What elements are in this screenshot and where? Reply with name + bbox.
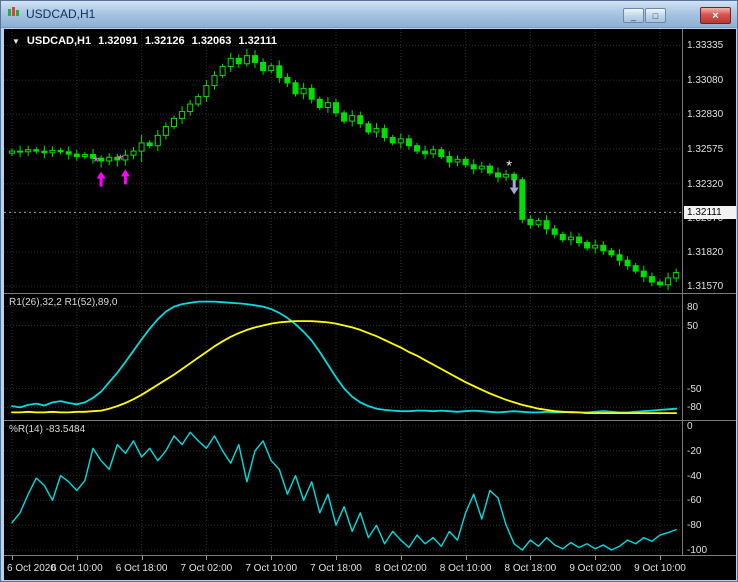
price-axis-label: 1.31820 (687, 247, 724, 259)
price-axis-label: 1.32575 (687, 144, 724, 156)
time-tick (400, 556, 402, 560)
time-axis-label: 7 Oct 10:00 (245, 563, 298, 574)
indicator1-axis-label: 80 (687, 301, 699, 313)
time-tick (530, 556, 532, 560)
buy-arrow-icon (120, 169, 130, 185)
indicator1-axis-label: -80 (687, 402, 702, 414)
indicator2-pane-canvas[interactable] (4, 421, 682, 555)
time-axis-label: 6 Oct 18:00 (115, 563, 168, 574)
current-price-box: 1.32111 (684, 206, 736, 220)
maximize-button[interactable]: □ (645, 8, 666, 23)
time-tick (76, 556, 78, 560)
sell-arrow-icon (509, 179, 519, 195)
time-tick (271, 556, 273, 560)
time-tick (12, 556, 13, 560)
time-tick (141, 556, 143, 560)
indicator2-axis-label: -40 (687, 470, 702, 482)
indicator1-axis[interactable]: 80 50 -50 -80 (682, 294, 736, 420)
time-tick (336, 556, 337, 560)
indicator2-label: %R(14) -83.5484 (9, 424, 86, 435)
time-axis-label: 8 Oct 18:00 (504, 563, 557, 574)
pane-separator[interactable] (4, 293, 736, 294)
window-title: USDCAD,H1 (26, 7, 96, 21)
indicator2-axis-label: -80 (687, 520, 702, 532)
indicator2-axis-label: 0 (687, 421, 693, 432)
indicator1-pane-canvas[interactable] (4, 294, 682, 420)
signal-star-icon: * (93, 153, 99, 170)
indicator1-axis-label: 50 (687, 320, 699, 332)
symbol-dropdown-icon[interactable]: ▼ (12, 37, 20, 46)
indicator1-label: R1(26),32,2 R1(52),89,0 (9, 297, 118, 308)
indicator1-axis-label: -50 (687, 383, 702, 395)
price-axis-label: 1.33080 (687, 75, 724, 87)
time-tick (660, 556, 661, 560)
time-tick (595, 556, 597, 560)
price-pane-canvas[interactable]: * * * (4, 29, 682, 293)
time-axis-label: 8 Oct 10:00 (439, 563, 492, 574)
chart-icon (7, 5, 21, 23)
time-axis-label: 8 Oct 02:00 (374, 563, 427, 574)
minimize-button[interactable]: _ (623, 8, 644, 23)
quote-line: ▼ USDCAD,H1 1.32091 1.32126 1.32063 1.32… (12, 35, 277, 47)
quote-low: 1.32063 (191, 35, 232, 47)
time-axis-label: 6 Oct 10:00 (50, 563, 103, 574)
time-axis-label: 6 Oct 2020 (7, 563, 56, 574)
price-axis-label: 1.32830 (687, 109, 724, 121)
price-axis-label: 1.31570 (687, 281, 724, 293)
mt4-chart-window: USDCAD,H1 _ □ × * * * 1.32111 1.33335 1.330… (0, 0, 738, 582)
indicator2-axis-label: -20 (687, 445, 702, 457)
price-axis-label: 1.32320 (687, 178, 724, 190)
chart-area: * * * 1.32111 1.33335 1.33080 1.32830 1.32575… (4, 29, 736, 580)
signal-star-icon: * (117, 151, 123, 168)
quote-symbol: USDCAD,H1 (26, 35, 92, 47)
quote-high: 1.32126 (144, 35, 185, 47)
maximize-icon: □ (652, 10, 659, 21)
close-button[interactable]: × (700, 7, 731, 24)
quote-close: 1.32111 (238, 35, 277, 47)
price-axis[interactable]: 1.32111 1.33335 1.33080 1.32830 1.32575 1.32… (682, 29, 736, 293)
minimize-icon: _ (630, 10, 636, 21)
close-icon: × (712, 9, 719, 22)
time-tick (206, 556, 208, 560)
price-axis-label: 1.33335 (687, 40, 724, 52)
time-axis-label: 7 Oct 18:00 (310, 563, 362, 574)
pane-separator[interactable] (4, 420, 736, 421)
indicator2-axis[interactable]: 0 -20 -40 -60 -80 -100 (682, 421, 736, 556)
time-axis-label: 9 Oct 02:00 (569, 563, 622, 574)
time-axis[interactable]: 6 Oct 2020 6 Oct 10:00 6 Oct 18:00 7 Oct 02… (4, 556, 736, 580)
titlebar[interactable]: USDCAD,H1 _ □ × (1, 1, 737, 28)
quote-open: 1.32091 (98, 35, 138, 47)
time-axis-label: 9 Oct 10:00 (634, 563, 686, 574)
time-tick (465, 556, 467, 560)
indicator2-axis-label: -60 (687, 495, 702, 507)
signal-star-icon: * (506, 157, 512, 174)
time-axis-label: 7 Oct 02:00 (180, 563, 233, 574)
